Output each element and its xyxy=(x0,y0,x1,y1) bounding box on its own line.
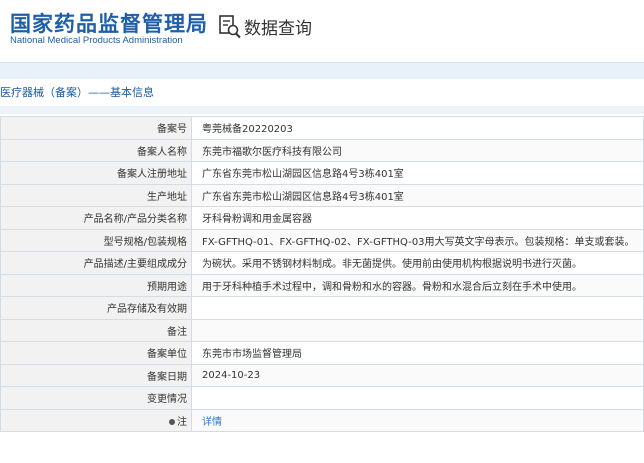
row-label: 备案人注册地址 xyxy=(0,161,192,185)
row-value: FX-GFTHQ-01、FX-GFTHQ-02、FX-GFTHQ-03用大写英文… xyxy=(191,228,644,252)
search-document-icon xyxy=(219,15,241,39)
row-value: 牙科骨粉调和用金属容器 xyxy=(191,206,644,230)
table-row: 备案号 粤莞械备20220203 xyxy=(0,116,644,140)
table-row: 备案单位 东莞市市场监督管理局 xyxy=(0,341,644,365)
row-value: 广东省东莞市松山湖园区信息路4号3栋401室 xyxy=(191,161,644,185)
row-value: 用于牙科种植手术过程中，调和骨粉和水的容器。骨粉和水混合后立刻在手术中使用。 xyxy=(191,273,644,297)
row-label: 产品描述/主要组成成分 xyxy=(0,251,192,275)
breadcrumb: 医疗器械（备案）——基本信息 xyxy=(0,82,644,104)
table-row: 生产地址 广东省东莞市松山湖园区信息路4号3栋401室 xyxy=(0,183,644,207)
row-label: 产品存储及有效期 xyxy=(0,296,192,320)
row-value: 东莞市市场监督管理局 xyxy=(191,341,644,365)
row-label: 备注 xyxy=(0,318,192,342)
table-row-note: 注 详情 xyxy=(0,408,644,432)
row-value xyxy=(191,386,644,410)
site-logo-en[interactable]: National Medical Products Administration xyxy=(10,35,183,46)
row-value: 东莞市福歌尔医疗科技有限公司 xyxy=(191,138,644,162)
note-value-cell: 详情 xyxy=(191,408,644,432)
table-row: 备案日期 2024-10-23 xyxy=(0,363,644,387)
row-label: 生产地址 xyxy=(0,183,192,207)
table-row: 变更情况 xyxy=(0,386,644,410)
row-label: 备案单位 xyxy=(0,341,192,365)
site-header: 国家药品监督管理局 National Medical Products Admi… xyxy=(0,0,644,62)
row-label: 变更情况 xyxy=(0,386,192,410)
row-label: 型号规格/包装规格 xyxy=(0,228,192,252)
table-row: 备案人名称 东莞市福歌尔医疗科技有限公司 xyxy=(0,138,644,162)
table-row: 型号规格/包装规格 FX-GFTHQ-01、FX-GFTHQ-02、FX-GFTH… xyxy=(0,228,644,252)
table-row: 备注 xyxy=(0,318,644,342)
page-title: 数据查询 xyxy=(244,19,312,39)
table-row: 产品存储及有效期 xyxy=(0,296,644,320)
row-value: 为碗状。采用不锈钢材料制成。非无菌提供。使用前由使用机构根据说明书进行灭菌。 xyxy=(191,251,644,275)
table-row: 产品描述/主要组成成分 为碗状。采用不锈钢材料制成。非无菌提供。使用前由使用机构根… xyxy=(0,251,644,275)
row-label: 预期用途 xyxy=(0,273,192,297)
site-logo-cn[interactable]: 国家药品监督管理局 xyxy=(10,8,208,38)
row-value: 广东省东莞市松山湖园区信息路4号3栋401室 xyxy=(191,183,644,207)
note-label-cell: 注 xyxy=(0,408,192,432)
details-link[interactable]: 详情 xyxy=(202,417,222,428)
row-value xyxy=(191,318,644,342)
note-label: 注 xyxy=(177,416,187,428)
section-divider xyxy=(0,106,644,114)
row-label: 备案日期 xyxy=(0,363,192,387)
row-value: 2024-10-23 xyxy=(191,363,644,387)
row-value xyxy=(191,296,644,320)
table-row: 预期用途 用于牙科种植手术过程中，调和骨粉和水的容器。骨粉和水混合后立刻在手术中使… xyxy=(0,273,644,297)
row-label: 备案人名称 xyxy=(0,138,192,162)
row-label: 备案号 xyxy=(0,116,192,140)
info-table: 备案号 粤莞械备20220203 备案人名称 东莞市福歌尔医疗科技有限公司 备案人注册地… xyxy=(0,116,644,432)
nav-bar xyxy=(0,62,644,79)
table-row: 产品名称/产品分类名称 牙科骨粉调和用金属容器 xyxy=(0,206,644,230)
row-value: 粤莞械备20220203 xyxy=(191,116,644,140)
table-row: 备案人注册地址 广东省东莞市松山湖园区信息路4号3栋401室 xyxy=(0,161,644,185)
bullet-icon xyxy=(169,418,175,425)
row-label: 产品名称/产品分类名称 xyxy=(0,206,192,230)
